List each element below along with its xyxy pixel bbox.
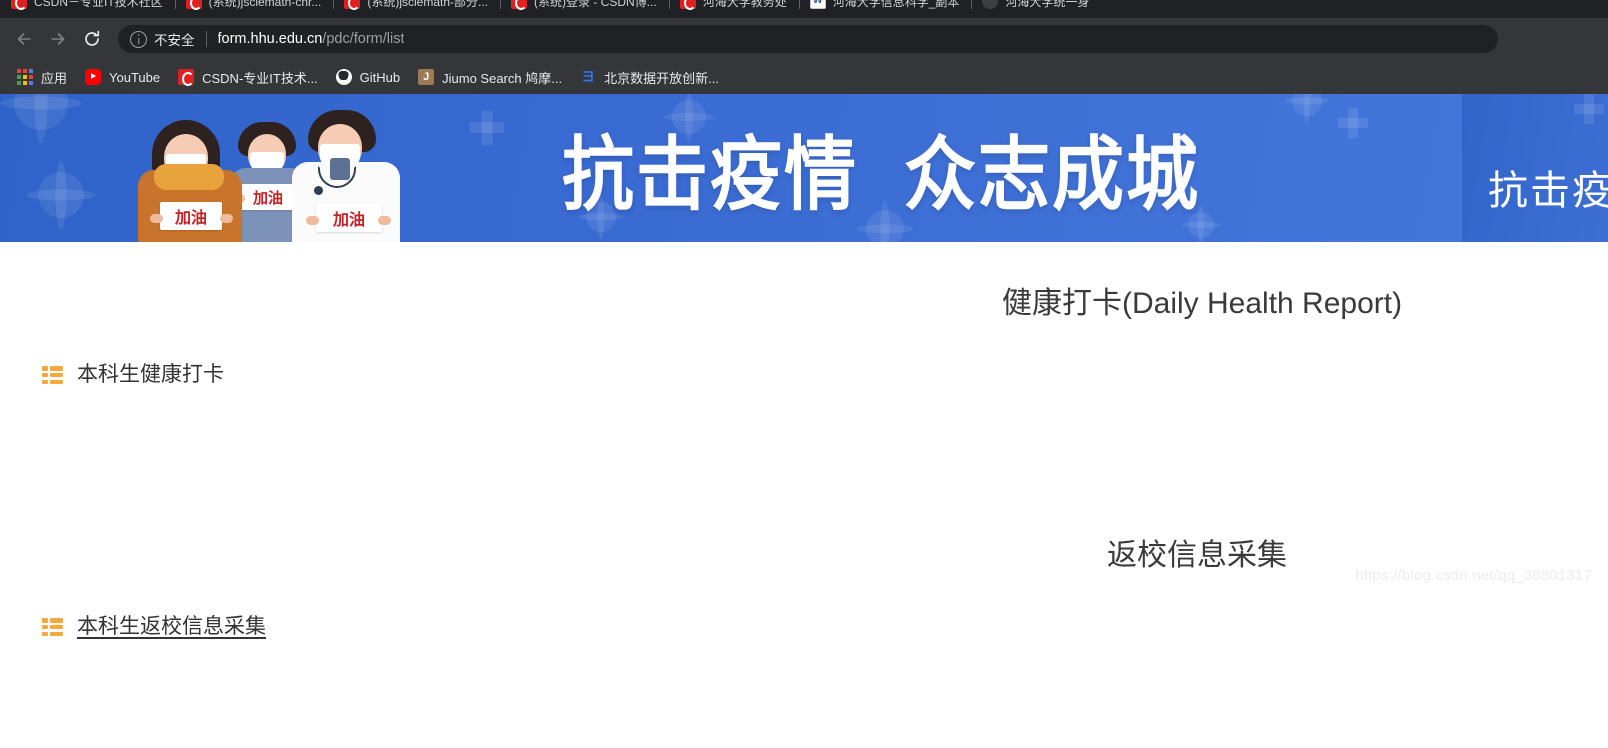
virus-decoration-icon xyxy=(1292,94,1322,116)
arrow-right-icon xyxy=(48,29,68,49)
browser-tab[interactable]: 河海大学教务处 xyxy=(669,0,799,18)
security-status: 不安全 xyxy=(154,29,195,49)
url-text: form.hhu.edu.cn/pdc/form/list xyxy=(218,31,405,47)
address-bar[interactable]: 不安全 form.hhu.edu.cn/pdc/form/list xyxy=(118,25,1498,53)
form-link-health[interactable]: 本科生健康打卡 xyxy=(42,362,224,388)
bookmark-label: YouTube xyxy=(109,70,160,85)
covid-banner[interactable]: 加油 加油 xyxy=(0,94,1462,242)
medical-cross-icon xyxy=(470,122,504,133)
reload-button[interactable] xyxy=(76,23,108,55)
list-icon xyxy=(42,618,63,636)
banner-headline: 抗击疫情众志成城 xyxy=(562,112,1200,237)
bookmark-label: 应用 xyxy=(41,68,67,87)
sign-jiayou: 加油 xyxy=(316,204,382,232)
arrow-left-icon xyxy=(14,29,34,49)
tab-title: 河海大学信息科学_副本 xyxy=(833,0,960,10)
csdn-icon xyxy=(344,0,360,9)
page-viewport: 加油 加油 xyxy=(0,94,1608,748)
form-list-page: 健康打卡(Daily Health Report) 本科生健康打卡 返校信息采集… xyxy=(0,242,1608,594)
github-icon xyxy=(336,69,352,85)
bookmark-beijing-data[interactable]: 北京数据开放创新... xyxy=(571,64,728,91)
tab-strip: CSDN－专业IT技术社区 (系统)jsclemath-chr... (系统)j… xyxy=(0,0,1608,18)
form-link-return[interactable]: 本科生返校信息采集 xyxy=(42,614,266,640)
csdn-icon xyxy=(178,69,194,85)
bookmark-jiumo[interactable]: Jiumo Search 鸠摩... xyxy=(409,64,571,91)
bookmark-youtube[interactable]: YouTube xyxy=(76,65,169,89)
illustration-person-left: 加油 xyxy=(138,116,248,242)
browser-tab[interactable]: (系统)jsclemath-部分... xyxy=(333,0,500,18)
illustration-person-doctor: 加油 xyxy=(292,110,404,242)
tab-title: 河海大学统一身 xyxy=(1005,0,1089,10)
back-button[interactable] xyxy=(8,23,40,55)
bookmark-label: CSDN-专业IT技术... xyxy=(202,68,318,87)
section-heading-health: 健康打卡(Daily Health Report) xyxy=(1002,286,1402,322)
info-circle-icon[interactable] xyxy=(130,31,147,48)
url-path: /pdc/form/list xyxy=(322,31,404,47)
url-host: form.hhu.edu.cn xyxy=(218,31,323,47)
browser-tab[interactable]: CSDN－专业IT技术社区 xyxy=(0,0,175,18)
tab-title: (系统)jsclemath-部分... xyxy=(367,0,488,10)
csdn-icon xyxy=(511,0,527,9)
bookmark-label: 北京数据开放创新... xyxy=(604,68,719,87)
browser-tab[interactable]: (系统)登录 - CSDN博... xyxy=(500,0,669,18)
banner-headline-left: 抗击疫情 xyxy=(562,128,858,222)
browser-tab[interactable]: (系统)jsclemath-chr... xyxy=(175,0,334,18)
reload-icon xyxy=(82,29,102,49)
tab-title: CSDN－专业IT技术社区 xyxy=(34,0,163,10)
medical-cross-icon xyxy=(1574,104,1604,114)
tab-title: (系统)登录 - CSDN博... xyxy=(534,0,657,10)
form-link-label: 本科生健康打卡 xyxy=(77,362,224,388)
sign-jiayou: 加油 xyxy=(160,202,222,230)
next-banner-slide[interactable]: 抗击疫 xyxy=(1462,94,1608,242)
stethoscope-icon xyxy=(314,186,323,195)
masked-people-illustration: 加油 加油 xyxy=(130,94,430,242)
bookmark-label: Jiumo Search 鸠摩... xyxy=(442,68,562,87)
virus-decoration-icon xyxy=(38,172,84,218)
browser-window: CSDN－专业IT技术社区 (系统)jsclemath-chr... (系统)j… xyxy=(0,0,1608,748)
forward-button[interactable] xyxy=(42,23,74,55)
virus-decoration-icon xyxy=(14,94,68,130)
word-icon xyxy=(810,0,826,9)
bookmark-github[interactable]: GitHub xyxy=(327,65,409,89)
bookmark-csdn[interactable]: CSDN-专业IT技术... xyxy=(169,64,327,91)
tab-title: 河海大学教务处 xyxy=(703,0,787,10)
sign-jiayou: 加油 xyxy=(240,184,296,210)
csdn-icon xyxy=(11,0,27,9)
jiumo-icon xyxy=(418,69,434,85)
youtube-icon xyxy=(85,69,101,85)
omnibox-divider xyxy=(206,31,207,47)
list-icon xyxy=(42,366,63,384)
banner-headline-right: 众志成城 xyxy=(904,128,1200,222)
apps-grid-icon xyxy=(17,69,33,85)
section-heading-return: 返校信息采集 xyxy=(1107,538,1287,574)
beijing-data-icon xyxy=(580,69,596,85)
generic-icon xyxy=(982,0,998,9)
watermark: https://blog.csdn.net/qq_36801317 xyxy=(1355,567,1592,584)
bookmark-apps[interactable]: 应用 xyxy=(8,64,76,91)
form-link-label: 本科生返校信息采集 xyxy=(77,614,266,640)
medical-cross-icon xyxy=(1338,118,1368,128)
csdn-icon xyxy=(186,0,202,9)
tab-title: (系统)jsclemath-chr... xyxy=(209,0,322,10)
csdn-icon xyxy=(680,0,696,9)
browser-tab[interactable]: 河海大学信息科学_副本 xyxy=(799,0,972,18)
next-banner-headline: 抗击疫 xyxy=(1488,168,1608,214)
bookmarks-bar: 应用 YouTube CSDN-专业IT技术... GitHub Jiumo S… xyxy=(0,60,1608,94)
bookmark-label: GitHub xyxy=(360,70,400,85)
browser-toolbar: 不安全 form.hhu.edu.cn/pdc/form/list xyxy=(0,18,1608,60)
banner-carousel: 加油 加油 xyxy=(0,94,1608,242)
browser-tab[interactable]: 河海大学统一身 xyxy=(971,0,1101,18)
